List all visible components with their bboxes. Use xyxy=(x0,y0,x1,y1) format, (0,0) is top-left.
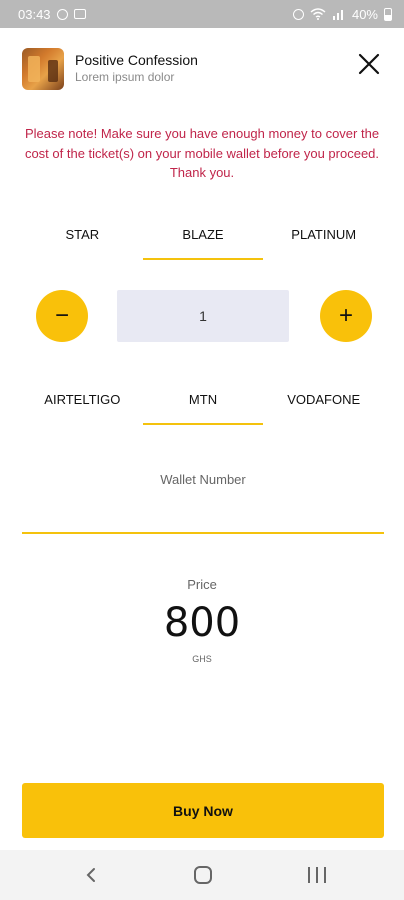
tab-mtn[interactable]: MTN xyxy=(142,387,264,425)
price-label: Price xyxy=(187,577,217,592)
price-currency: GHS xyxy=(192,654,212,664)
alarm-icon xyxy=(292,8,304,20)
increase-quantity-button[interactable]: + xyxy=(320,290,372,342)
event-title: Positive Confession xyxy=(75,52,198,68)
recent-apps-icon[interactable] xyxy=(308,867,326,883)
battery-percent: 40% xyxy=(351,6,378,22)
wallet-number-label: Wallet Number xyxy=(160,472,246,487)
tab-airteltigo[interactable]: AIRTELTIGO xyxy=(22,387,143,425)
price-value: 800 xyxy=(163,600,241,646)
signal-icon xyxy=(332,10,343,20)
image-icon xyxy=(73,9,86,19)
clock-sync-icon xyxy=(56,8,68,20)
tab-star[interactable]: STAR xyxy=(22,222,143,260)
ticket-type-tabs: STAR BLAZE PLATINUM xyxy=(22,222,384,260)
tab-blaze[interactable]: BLAZE xyxy=(142,222,264,260)
tab-platinum[interactable]: PLATINUM xyxy=(263,222,384,260)
quantity-stepper: − 1 + xyxy=(36,290,372,342)
quantity-field[interactable]: 1 xyxy=(117,290,289,342)
back-icon[interactable] xyxy=(84,867,98,883)
decrease-quantity-button[interactable]: − xyxy=(36,290,88,342)
home-icon[interactable] xyxy=(194,866,212,884)
status-bar: 03:43 40% xyxy=(0,0,404,28)
tab-vodafone[interactable]: VODAFONE xyxy=(263,387,384,425)
wallet-notice: Please note! Make sure you have enough m… xyxy=(24,126,380,180)
close-icon[interactable] xyxy=(355,50,383,78)
minus-icon: − xyxy=(54,302,69,329)
wallet-number-input[interactable] xyxy=(22,500,384,534)
wifi-icon xyxy=(310,8,326,20)
status-time: 03:43 xyxy=(18,6,51,22)
event-thumbnail xyxy=(22,48,64,90)
event-subtitle: Lorem ipsum dolor xyxy=(75,70,175,84)
system-nav-bar xyxy=(0,850,404,900)
event-header: Positive Confession Lorem ipsum dolor xyxy=(0,28,404,104)
network-tabs: AIRTELTIGO MTN VODAFONE xyxy=(22,387,384,425)
buy-now-button[interactable]: Buy Now xyxy=(22,783,384,838)
battery-icon xyxy=(384,7,392,21)
plus-icon: + xyxy=(338,302,353,329)
